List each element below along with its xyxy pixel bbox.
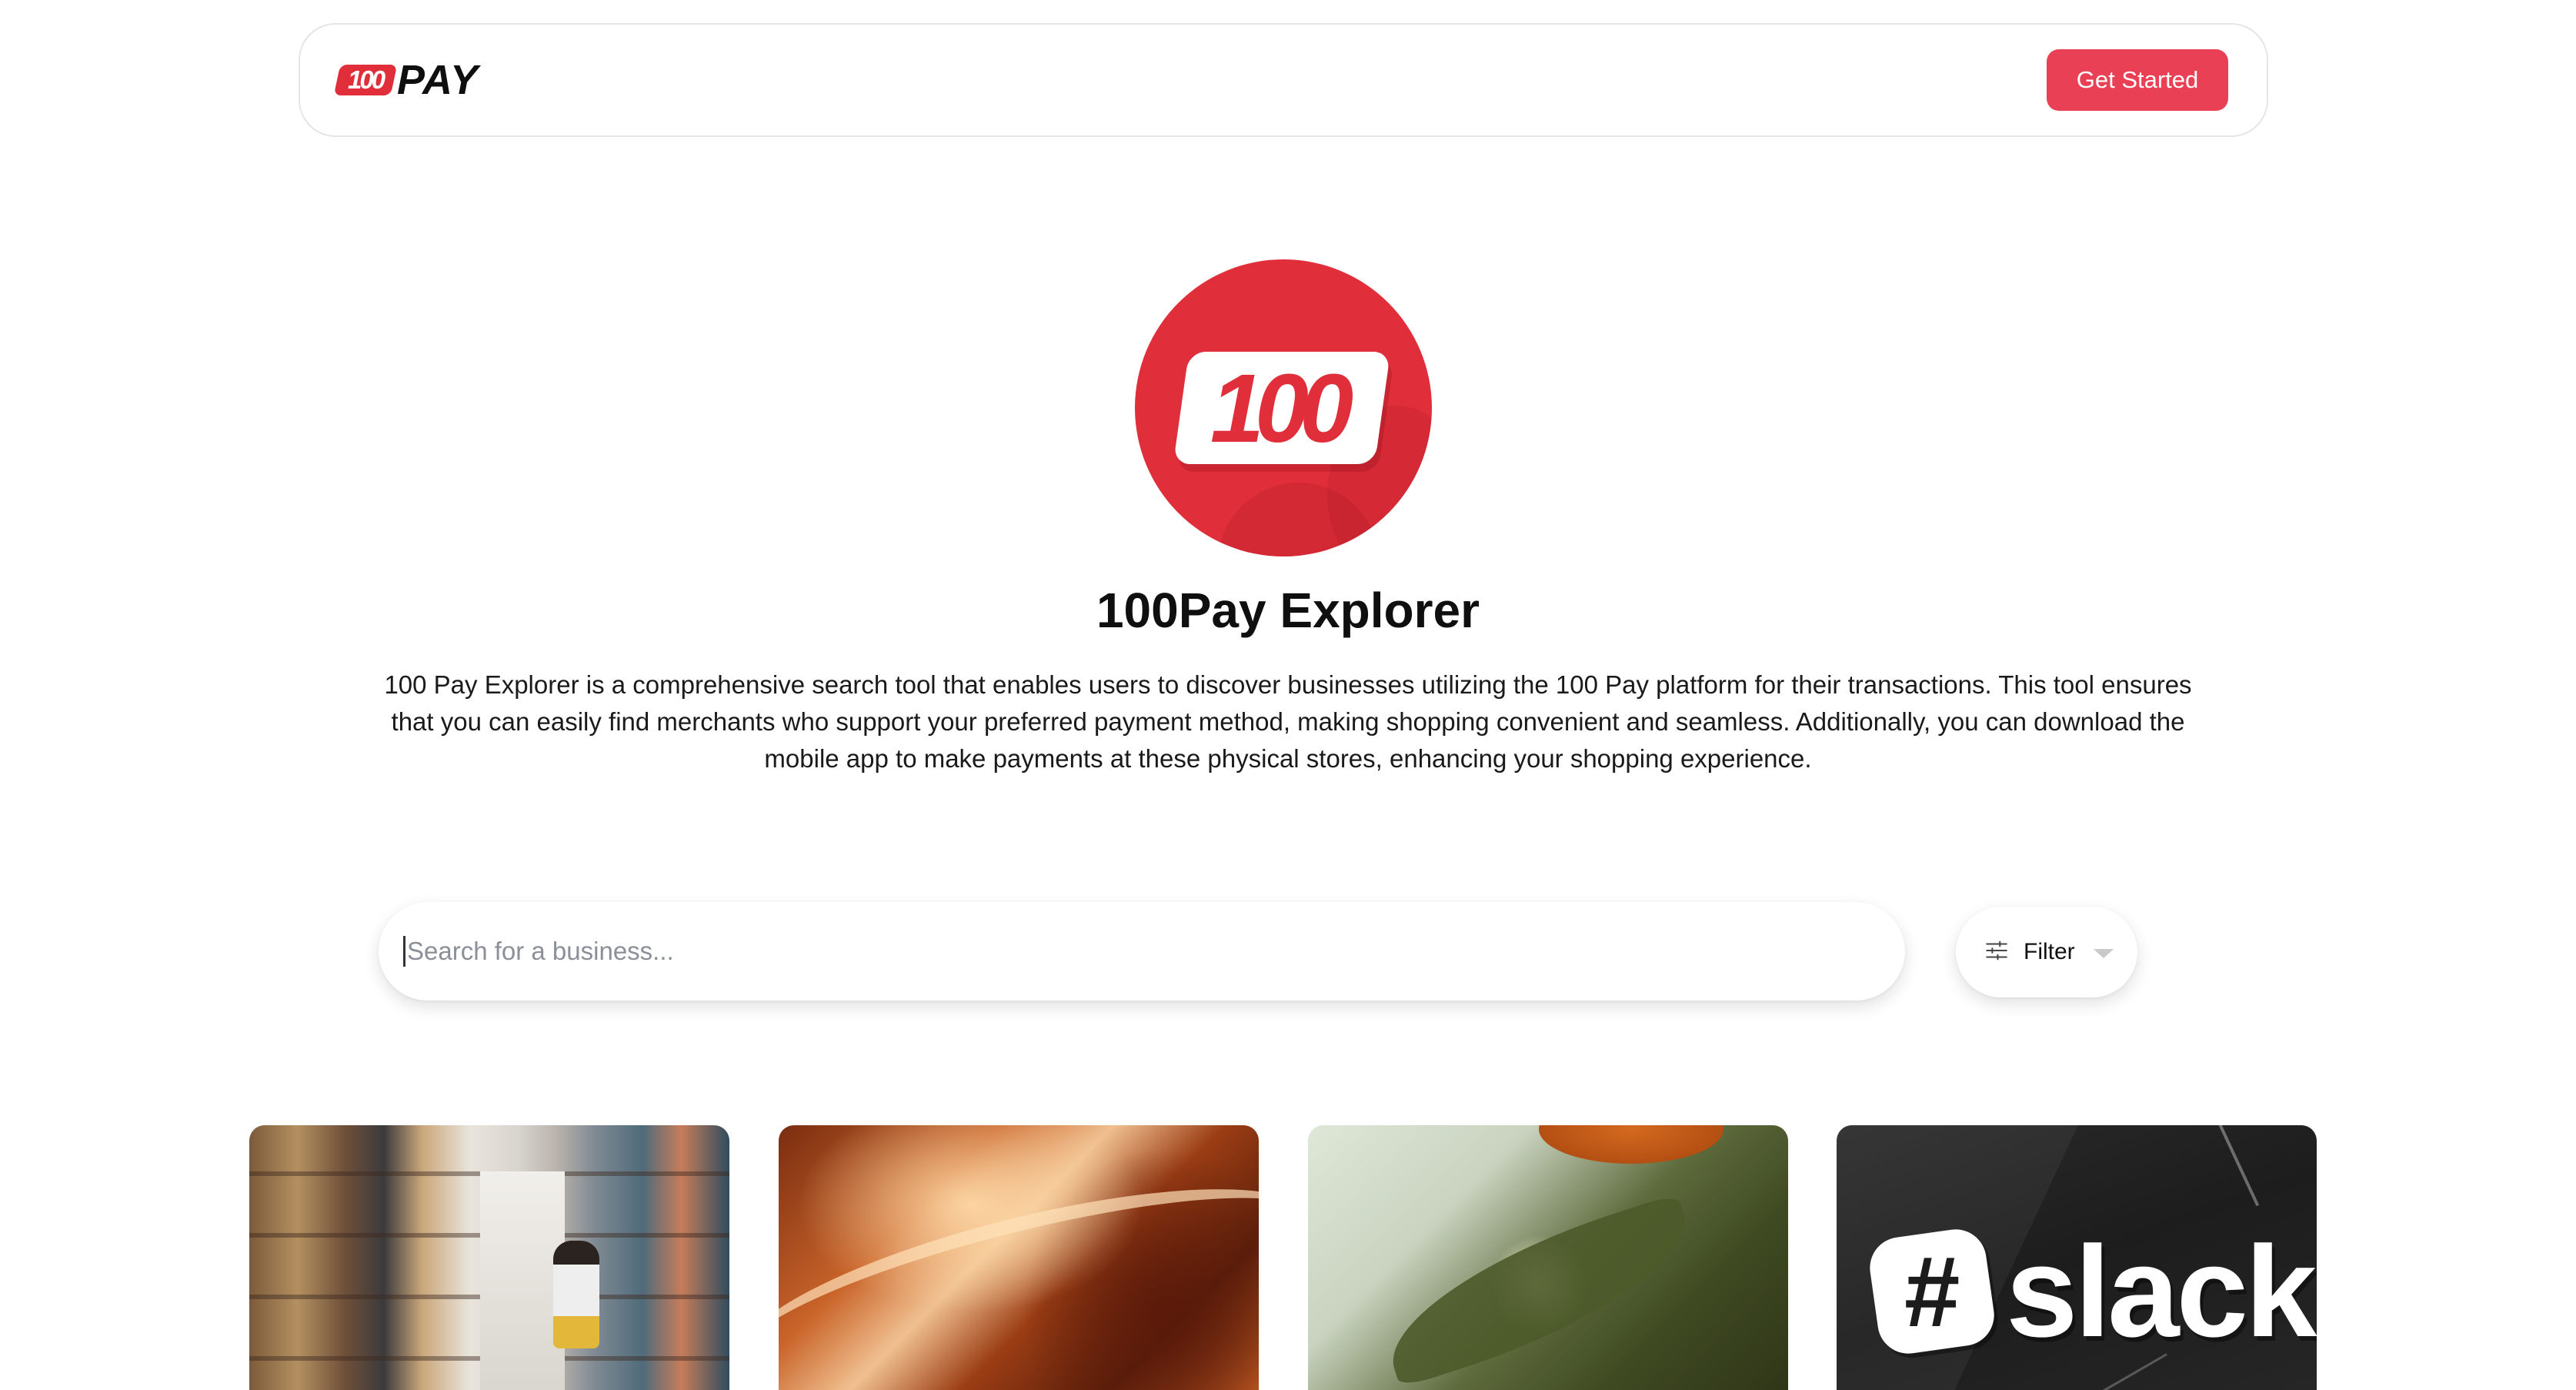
- hero-logo: 100: [1135, 259, 1432, 556]
- slack-logo: # slack: [1866, 1219, 2317, 1364]
- person-figure: [553, 1241, 599, 1348]
- brand-badge: 100: [333, 65, 398, 95]
- business-card-image[interactable]: [249, 1125, 729, 1390]
- hero-logo-text: 100: [1210, 353, 1345, 463]
- brand-badge-text: 100: [347, 65, 384, 94]
- sliders-icon: [1984, 937, 2010, 967]
- filter-label: Filter: [2024, 939, 2075, 964]
- filter-button[interactable]: Filter: [1956, 907, 2137, 997]
- page-description: 100 Pay Explorer is a comprehensive sear…: [384, 670, 2192, 773]
- search-bar[interactable]: [379, 902, 1905, 1001]
- business-card-image[interactable]: # slack: [1837, 1125, 2317, 1390]
- hero-logo-card: 100: [1173, 352, 1391, 464]
- business-card-image[interactable]: [779, 1125, 1259, 1390]
- business-card-image[interactable]: [1308, 1125, 1788, 1390]
- page-title: 100Pay Explorer: [1096, 583, 1480, 638]
- search-input[interactable]: [403, 936, 1905, 967]
- brand-logo[interactable]: 100 PAY: [333, 56, 479, 104]
- chevron-down-icon: [2093, 949, 2114, 958]
- aisle: [480, 1171, 565, 1390]
- hash-icon: #: [1866, 1225, 1998, 1358]
- slack-wordmark: slack: [2006, 1219, 2317, 1364]
- get-started-button[interactable]: Get Started: [2047, 49, 2228, 111]
- top-navbar: 100 PAY Get Started: [299, 23, 2268, 137]
- brand-wordmark: PAY: [397, 57, 479, 103]
